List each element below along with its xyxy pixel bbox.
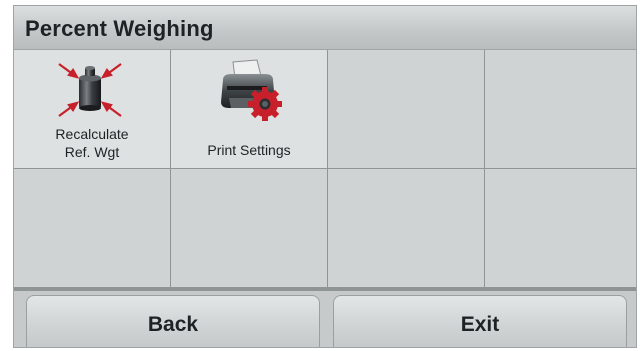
recalculate-ref-weight-tile[interactable]: Recalculate Ref. Wgt (14, 50, 170, 168)
empty-tile (328, 50, 484, 168)
recalculate-label-line1: Recalculate (55, 126, 129, 142)
weight-recalculate-icon (58, 63, 122, 117)
print-settings-label: Print Settings (207, 142, 291, 158)
menu-grid: Recalculate Ref. Wgt Print Settings (14, 50, 636, 291)
printer-settings-icon (221, 59, 282, 121)
page-title: Percent Weighing (25, 16, 214, 41)
empty-tile (171, 169, 327, 287)
empty-tile (14, 169, 170, 287)
recalculate-label-line2: Ref. Wgt (64, 144, 120, 160)
print-settings-tile[interactable]: Print Settings (171, 50, 327, 168)
empty-tile (328, 169, 484, 287)
percent-weighing-screen: Percent Weighing Recalculate Ref. Wgt Pr… (13, 5, 637, 348)
exit-button[interactable]: Exit (333, 295, 627, 347)
softkey-bar: Back Exit (14, 291, 636, 347)
back-button[interactable]: Back (26, 295, 320, 347)
title-bar: Percent Weighing (14, 6, 636, 50)
empty-tile (485, 169, 636, 287)
empty-tile (485, 50, 636, 168)
